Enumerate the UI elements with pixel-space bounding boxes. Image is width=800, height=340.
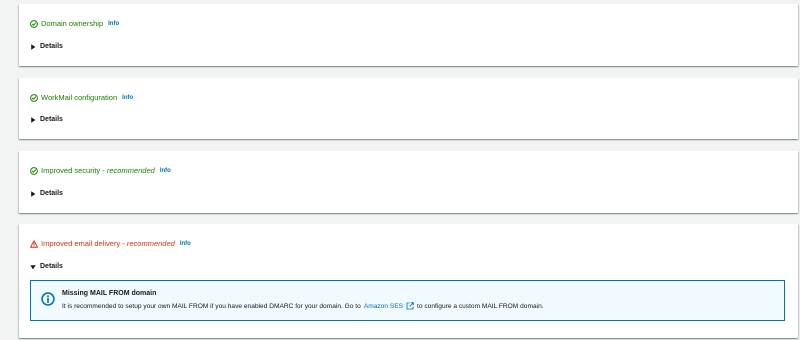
details-label: Details xyxy=(40,116,63,123)
caret-right-icon xyxy=(30,190,36,197)
workmail-configuration-panel: WorkMail configuration Info Details xyxy=(19,78,798,139)
alert-title: Missing MAIL FROM domain xyxy=(62,290,157,297)
improved-email-delivery-panel: Improved email delivery - recommended In… xyxy=(19,224,798,338)
domain-ownership-panel: Domain ownership Info Details xyxy=(19,4,798,66)
section-title: Improved security - recommended xyxy=(41,166,155,175)
details-toggle[interactable]: Details xyxy=(30,116,63,123)
section-title: WorkMail configuration xyxy=(41,93,118,102)
details-label: Details xyxy=(40,43,63,50)
info-link[interactable]: Info xyxy=(108,19,119,29)
panel-header: Domain ownership Info xyxy=(30,19,119,29)
section-title: Improved email delivery - recommended xyxy=(41,239,175,248)
improved-security-panel: Improved security - recommended Info Det… xyxy=(19,151,798,213)
panel-header: WorkMail configuration Info xyxy=(30,93,133,103)
details-label: Details xyxy=(40,190,63,197)
info-circle-icon xyxy=(41,292,55,306)
alert-message: It is recommended to setup your own MAIL… xyxy=(62,302,544,310)
alert-message-suffix: to configure a custom MAIL FROM domain. xyxy=(417,302,544,310)
external-link-icon[interactable] xyxy=(406,302,414,310)
caret-down-icon xyxy=(30,264,36,270)
missing-mail-from-alert: Missing MAIL FROM domain It is recommend… xyxy=(30,280,785,321)
check-circle-icon xyxy=(30,20,38,28)
details-toggle[interactable]: Details xyxy=(30,43,63,50)
check-circle-icon xyxy=(30,167,38,175)
info-link[interactable]: Info xyxy=(122,93,133,103)
alert-message-text: It is recommended to setup your own MAIL… xyxy=(62,302,361,310)
details-toggle[interactable]: Details xyxy=(30,190,63,197)
details-toggle[interactable]: Details xyxy=(30,263,63,270)
section-title: Domain ownership xyxy=(41,19,104,28)
caret-right-icon xyxy=(30,43,36,50)
amazon-ses-link[interactable]: Amazon SES xyxy=(364,303,403,310)
info-link[interactable]: Info xyxy=(160,166,171,176)
details-label: Details xyxy=(40,263,63,270)
panel-header: Improved email delivery - recommended In… xyxy=(30,239,191,249)
info-link[interactable]: Info xyxy=(180,239,191,249)
panel-header: Improved security - recommended Info xyxy=(30,166,171,176)
caret-right-icon xyxy=(30,116,36,123)
warning-triangle-icon xyxy=(30,240,38,248)
check-circle-icon xyxy=(30,94,38,102)
